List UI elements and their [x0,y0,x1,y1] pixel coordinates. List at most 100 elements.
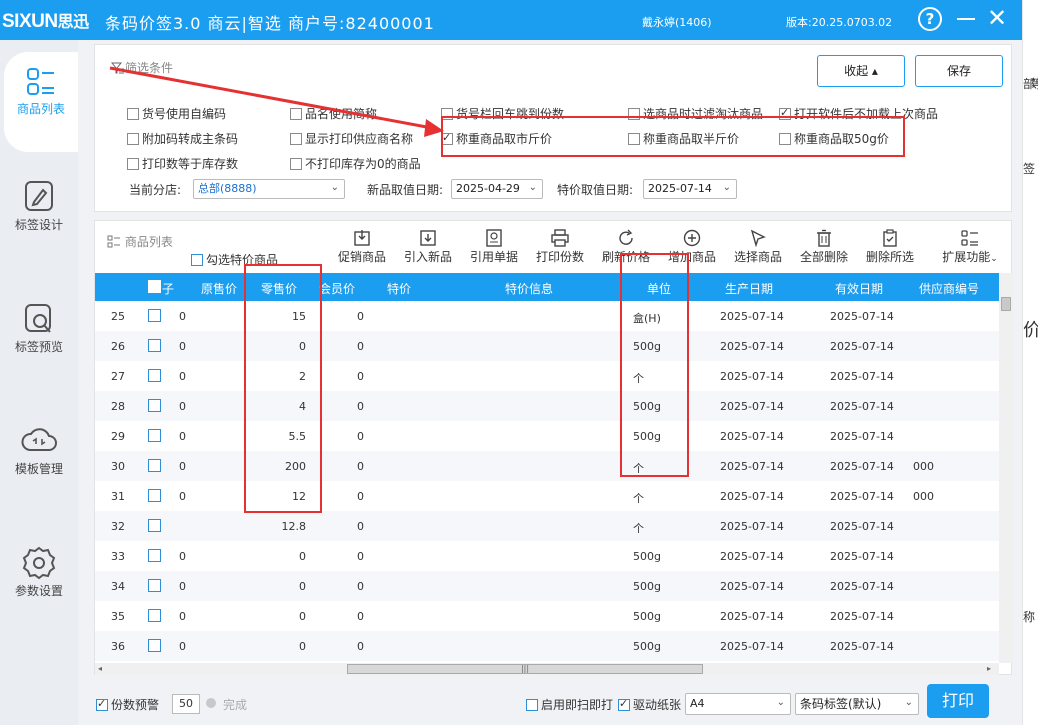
checkbox[interactable] [127,158,139,170]
checkbox[interactable] [441,108,453,120]
checkbox-checked[interactable] [96,697,108,711]
collapse-button[interactable]: 收起 ▴ [817,55,905,87]
table-row[interactable]: 28 0 4 0 500g 2025-07-14 2025-07-14 [95,391,999,421]
select-all-checkbox[interactable] [148,280,161,293]
row-checkbox[interactable] [148,399,161,412]
checkbox[interactable] [290,133,302,145]
option-weighed-half-jin-price[interactable]: 称重商品取半斤价 [628,130,739,147]
print-button[interactable]: 打印 [927,684,989,718]
col-header[interactable]: 有效日期 [835,280,883,297]
option-filter-obsolete[interactable]: 选商品时过滤淘汰商品 [628,105,763,122]
add-product-button[interactable]: 增加商品 [661,229,723,265]
col-header[interactable]: 单位 [647,280,671,297]
table-row[interactable]: 35 0 0 0 500g 2025-07-14 2025-07-14 [95,601,999,631]
row-checkbox[interactable] [148,639,161,652]
table-row[interactable]: 36 0 0 0 500g 2025-07-14 2025-07-14 [95,631,999,661]
table-row[interactable]: 29 0 5.5 0 500g 2025-07-14 2025-07-14 [95,421,999,451]
import-new-button[interactable]: 引入新品 [397,229,459,265]
sidebar-item-tag-preview[interactable]: 标签预览 [0,302,78,402]
count-warning-checkbox[interactable]: 份数预警 [96,696,159,713]
row-checkbox[interactable] [148,609,161,622]
table-row[interactable]: 27 0 2 0 个 2025-07-14 2025-07-14 [95,361,999,391]
col-header[interactable]: 特价信息 [505,280,553,297]
scroll-left-arrow[interactable]: ◂ [98,664,102,673]
sidebar-item-template-manage[interactable]: 模板管理 [0,424,78,524]
checkbox[interactable] [191,254,203,266]
checkbox-checked[interactable] [618,697,630,711]
col-header[interactable]: 供应商编号 [919,280,979,297]
sidebar-item-product-list[interactable]: 商品列表 [4,52,78,152]
table-row[interactable]: 33 0 0 0 500g 2025-07-14 2025-07-14 [95,541,999,571]
table-row[interactable]: 30 0 200 0 个 2025-07-14 2025-07-14 000 [95,451,999,481]
checkbox[interactable] [628,133,640,145]
option-weighed-50g-price[interactable]: 称重商品取50g价 [779,130,889,147]
checkbox[interactable] [290,158,302,170]
checkbox[interactable] [526,699,538,711]
col-header[interactable]: 特价 [387,280,411,297]
row-checkbox[interactable] [148,549,161,562]
row-checkbox[interactable] [148,579,161,592]
checkbox[interactable] [127,108,139,120]
print-copies-button[interactable]: 打印份数 [529,229,591,265]
delete-selected-button[interactable]: 删除所选 [859,229,921,265]
select-product-button[interactable]: 选择商品 [727,229,789,265]
delete-all-button[interactable]: 全部删除 [793,229,855,265]
option-show-supplier-name[interactable]: 显示打印供应商名称 [290,130,413,147]
option-enter-jump-copies[interactable]: 货号栏回车跳到份数 [441,105,564,122]
table-row[interactable]: 26 0 0 0 500g 2025-07-14 2025-07-14 [95,331,999,361]
row-checkbox[interactable] [148,369,161,382]
template-select[interactable]: 条码标签(默认) ⌄ [795,693,919,715]
special-date-picker[interactable]: 2025-07-14 ⌄ [643,179,737,199]
option-use-self-code[interactable]: 货号使用自编码 [127,105,226,122]
paper-select[interactable]: A4 ⌄ [685,693,791,715]
option-copies-equal-stock[interactable]: 打印数等于库存数 [127,155,238,172]
checkbox[interactable] [779,133,791,145]
row-checkbox[interactable] [148,489,161,502]
row-checkbox[interactable] [148,459,161,472]
table-row[interactable]: 32 12.8 0 个 2025-07-14 2025-07-14 [95,511,999,541]
sidebar-item-tag-design[interactable]: 标签设计 [0,180,78,280]
new-date-picker[interactable]: 2025-04-29 ⌄ [451,179,543,199]
table-row[interactable]: 25 0 15 0 盒(H) 2025-07-14 2025-07-14 [95,301,999,331]
branch-select[interactable]: 总部(8888) ⌄ [193,179,345,199]
option-skip-zero-stock[interactable]: 不打印库存为0的商品 [290,155,421,172]
col-header[interactable]: 子 [162,280,174,297]
only-special-checkbox[interactable]: 勾选特价商品 [191,251,278,268]
table-row[interactable]: 31 0 12 0 个 2025-07-14 2025-07-14 000 [95,481,999,511]
scan-print-checkbox[interactable]: 启用即扫即打 [526,696,613,713]
col-header[interactable]: 零售价 [261,280,297,297]
driver-paper-checkbox[interactable]: 驱动纸张 [618,696,681,713]
close-button[interactable]: ✕ [984,6,1010,32]
checkbox[interactable] [127,133,139,145]
row-checkbox[interactable] [148,339,161,352]
scroll-right-arrow[interactable]: ▸ [987,664,991,673]
scroll-thumb[interactable]: ||| [347,664,703,674]
col-header[interactable]: 会员价 [319,280,355,297]
vertical-scrollbar[interactable] [999,273,1013,663]
checkbox-checked[interactable] [779,106,791,120]
scroll-thumb[interactable] [1001,297,1011,311]
checkbox[interactable] [628,108,640,120]
extended-functions-button[interactable]: 扩展功能⌄ [933,229,1007,265]
sidebar-item-settings[interactable]: 参数设置 [0,546,78,646]
row-checkbox[interactable] [148,519,161,532]
row-checkbox[interactable] [148,429,161,442]
option-use-short-name[interactable]: 品名使用简称 [290,105,377,122]
horizontal-scrollbar[interactable]: ◂ ||| ▸ [95,663,999,675]
reference-document-button[interactable]: 引用单据 [463,229,525,265]
table-row[interactable]: 34 0 0 0 500g 2025-07-14 2025-07-14 [95,571,999,601]
help-button[interactable]: ? [918,7,942,31]
row-checkbox[interactable] [148,309,161,322]
col-header[interactable]: 生产日期 [725,280,773,297]
option-weighed-jin-price[interactable]: 称重商品取市斤价 [441,130,552,147]
checkbox-checked[interactable] [441,131,453,145]
option-addon-to-main-barcode[interactable]: 附加码转成主条码 [127,130,238,147]
refresh-price-button[interactable]: 刷新价格 [595,229,657,265]
save-button[interactable]: 保存 [915,55,1003,87]
minimize-button[interactable] [953,6,979,32]
option-no-reload-last[interactable]: 打开软件后不加载上次商品 [779,105,938,122]
checkbox[interactable] [290,108,302,120]
promo-products-button[interactable]: 促销商品 [331,229,393,265]
col-header[interactable]: 原售价 [201,280,237,297]
count-warning-input[interactable]: 50 [172,694,200,714]
